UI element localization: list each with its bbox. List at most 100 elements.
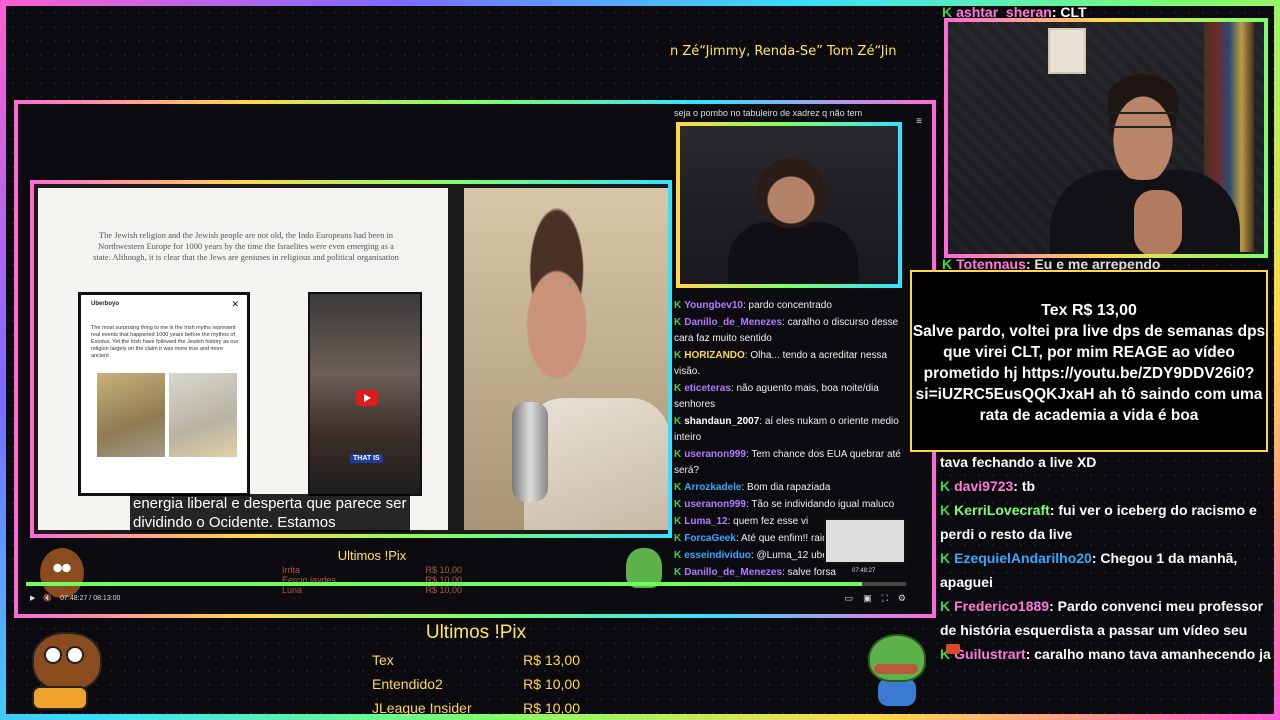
inner-pix-value: R$ 10,00 xyxy=(425,565,462,575)
chat-message: K EzequielAndarilho20: Chegou 1 da manhã,… xyxy=(940,546,1274,594)
video-player[interactable]: seja o pombo no tabuleiro de xadrez q nã… xyxy=(22,108,928,610)
pix-row: Tex R$ 13,00 xyxy=(366,648,586,672)
streamer-webcam xyxy=(944,18,1268,258)
embedded-video: The Jewish religion and the Jewish peopl… xyxy=(30,180,672,538)
donation-alert: Tex R$ 13,00 Salve pardo, voltei pra liv… xyxy=(910,270,1268,452)
subtitles-icon[interactable]: ▭ xyxy=(845,593,854,604)
chat-badge-icon: K xyxy=(674,567,682,578)
pepe-lip xyxy=(874,664,918,674)
inner-chat-text: : Bom dia rapaziada xyxy=(741,482,831,493)
inner-chat-message: Kuseranon999: Tem chance dos EUA quebrar… xyxy=(674,447,908,479)
pix-value: R$ 10,00 xyxy=(523,676,580,692)
pix-title: Ultimos !Pix xyxy=(425,622,527,643)
progress-fill xyxy=(26,582,862,586)
chat-badge-icon: K xyxy=(674,482,682,493)
chat-top-line: Kashtar_sheran: CLT xyxy=(942,2,1272,22)
chat-badge-icon: K xyxy=(674,317,682,328)
donation-message: Salve pardo, voltei pra live dps de sema… xyxy=(912,323,1266,424)
inner-webcam xyxy=(676,122,902,288)
video-player-frame: seja o pombo no tabuleiro de xadrez q nã… xyxy=(14,100,936,618)
chat-cut-line: K Totennaus: Eu e me arrependo xyxy=(942,256,1272,270)
inner-pix-row: Irrita R$ 10,00 xyxy=(272,565,472,575)
inner-chat-text: : pardo concentrado xyxy=(742,300,832,311)
inner-pix-panel: Ultimos !Pix Irrita R$ 10,00 Eercio jayde… xyxy=(272,548,472,595)
inner-pix-name: Irrita xyxy=(282,565,300,575)
chat-message: K Frederico1889: Pardo convenci meu profe… xyxy=(940,594,1274,642)
youtube-play-icon xyxy=(356,390,378,406)
emote-icon xyxy=(946,644,960,654)
play-icon[interactable]: ▶ xyxy=(30,594,35,602)
preview-time: 07:48:27 xyxy=(852,568,876,574)
pix-value: R$ 10,00 xyxy=(523,700,580,716)
volume-icon[interactable]: 🔇 xyxy=(43,594,52,602)
chat-username: EzequielAndarilho20 xyxy=(954,550,1092,566)
chat-panel: tava fechando a live XD Kdavi9723: tb K Ker… xyxy=(940,450,1274,718)
progress-bar[interactable] xyxy=(26,582,906,586)
chat-text: : Eu e me arrependo xyxy=(1025,256,1161,270)
pix-name: Entendido2 xyxy=(372,676,443,692)
pix-name: JLeague Insider xyxy=(372,700,472,716)
time-display: 07:48:27 / 08:13:00 xyxy=(60,594,121,602)
inner-chat-username: useranon999 xyxy=(684,449,746,460)
chat-badge-icon: K xyxy=(942,4,953,20)
chat-badge-icon: K xyxy=(674,416,682,427)
subtitle: energia liberal e desperta que parece se… xyxy=(130,494,410,532)
chat-message: tava fechando a live XD xyxy=(940,450,1274,474)
inner-chat-text: : Tão se individando igual maluco xyxy=(745,499,895,510)
chat-text: : tb xyxy=(1013,478,1036,494)
pix-panel: Ultimos !Pix Tex R$ 13,00 Entendido2 R$ 10… xyxy=(366,622,586,720)
inner-chat-text: : quem fez esse vi xyxy=(727,516,809,527)
inner-chat-username: Luma_12 xyxy=(684,516,728,527)
tweet-body: The most surprising thing to me is the I… xyxy=(91,325,239,359)
inner-chat-username: Youngbev10 xyxy=(684,300,743,311)
chat-message: K KerriLovecraft: fui ver o iceberg do ra… xyxy=(940,498,1274,546)
chat-badge-icon: K xyxy=(940,550,951,566)
chat-badge-icon: K xyxy=(674,516,682,527)
miniplayer-icon[interactable]: ▣ xyxy=(863,593,872,604)
chat-text: : caralho mano tava amanhecendo ja xyxy=(1025,646,1271,662)
pepe-icon xyxy=(868,634,926,706)
pix-row: JLeague Insider R$ 10,00 xyxy=(366,696,586,720)
tweet-image xyxy=(169,373,237,457)
chat-badge-icon: K xyxy=(674,550,682,561)
inner-chat-message: K Arrozkadele: Bom dia rapaziada xyxy=(674,480,908,496)
fullscreen-icon[interactable]: ⛶ xyxy=(882,593,888,604)
document-panel: The Jewish religion and the Jewish peopl… xyxy=(38,188,448,530)
tweet-author: Uberboyo xyxy=(91,301,120,307)
inner-chat-username: HORIZANDO xyxy=(684,350,745,361)
chat-username: Guilustrart xyxy=(954,646,1026,662)
chat-badge-icon: K xyxy=(674,449,682,460)
inner-chat-username: shandaun_2007 xyxy=(684,416,760,427)
speaker-video xyxy=(464,188,668,530)
inner-chat-message: Kuseranon999: Tão se individando igual m… xyxy=(674,497,908,513)
mascot-eye xyxy=(44,646,62,664)
subtitle-line: dividindo o Ocidente. Estamos xyxy=(133,514,336,531)
chat-username: davi9723 xyxy=(954,478,1014,494)
chat-badge-icon: K xyxy=(674,383,682,394)
wall-frame xyxy=(1048,28,1086,74)
settings-icon[interactable]: ⚙ xyxy=(898,593,906,604)
mascot-icon xyxy=(22,628,106,712)
subtitle-line: energia liberal e desperta que parece se… xyxy=(133,495,407,512)
chat-username: Totennaus xyxy=(956,256,1026,270)
chat-menu-icon[interactable]: ≡ xyxy=(916,116,922,127)
chat-badge-icon: K xyxy=(674,533,682,544)
chat-message: K Guilustrart: caralho mano tava amanhece… xyxy=(940,642,1274,666)
chat-text: tava fechando a live XD xyxy=(940,454,1097,470)
player-controls: ▶ 🔇 07:48:27 / 08:13:00 ▭ ▣ ⛶ ⚙ xyxy=(30,590,906,606)
inner-chat-username: esseindividuo xyxy=(684,550,751,561)
mascot-eye xyxy=(66,646,84,664)
player-right-controls: ▭ ▣ ⛶ ⚙ xyxy=(845,593,906,604)
chat-text: : CLT xyxy=(1051,4,1087,20)
inner-chat-message: K Danillo_de_Menezes: caralho o discurso … xyxy=(674,315,908,347)
glasses-icon xyxy=(1108,112,1178,128)
pix-value: R$ 13,00 xyxy=(523,652,580,668)
inner-chat-message: Kshandaun_2007: aí eles nukam o oriente … xyxy=(674,414,908,446)
inner-webcam-person xyxy=(756,158,826,228)
donation-amount: Tex R$ 13,00 xyxy=(1041,302,1137,319)
chat-message: Kdavi9723: tb xyxy=(940,474,1274,498)
pepe-head xyxy=(868,634,926,682)
inner-chat-username: Danillo_de_Menezes xyxy=(684,567,783,578)
inner-chat-username: useranon999 xyxy=(684,499,746,510)
mascot-shirt xyxy=(32,686,88,710)
